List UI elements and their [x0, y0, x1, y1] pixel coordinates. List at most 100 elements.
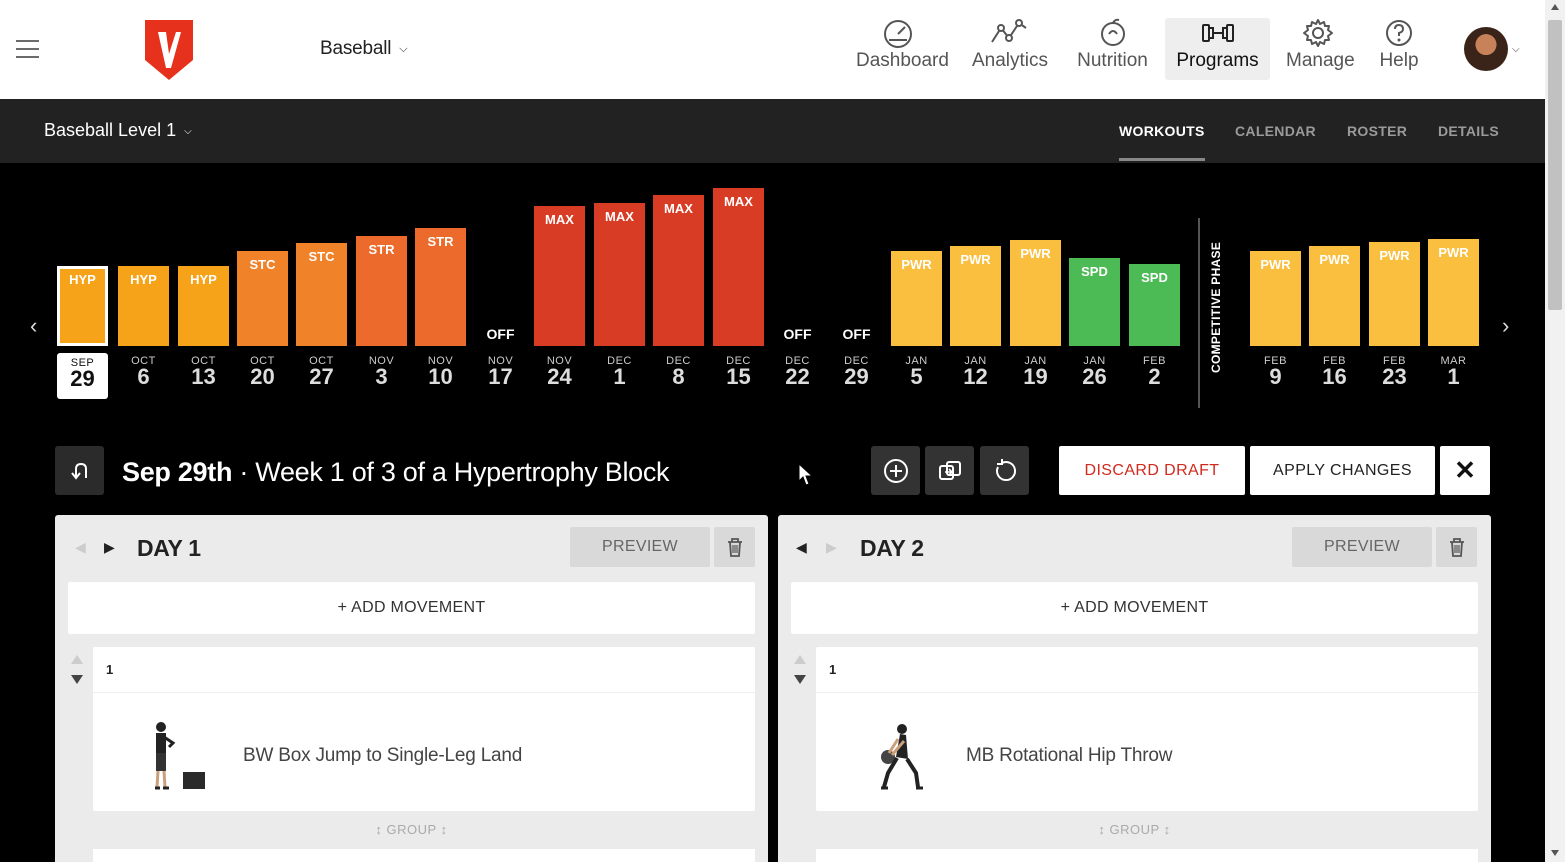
nav-nutrition[interactable]: Nutrition — [1077, 18, 1148, 80]
page-scrollbar[interactable] — [1545, 0, 1565, 862]
week-bar: OFF — [486, 326, 515, 342]
dumbbell-icon — [1201, 24, 1234, 42]
tab-calendar[interactable]: CALENDAR — [1235, 123, 1316, 139]
move-up-icon — [794, 655, 806, 664]
nav-manage-label: Manage — [1286, 50, 1355, 71]
add-day-button[interactable] — [871, 446, 920, 495]
week-bar: MAX — [653, 195, 704, 346]
week-day: 16 — [1322, 364, 1347, 389]
movement-card[interactable]: 1 BW Box Jump to Single-Leg Land — [93, 647, 755, 811]
timeline-week[interactable]: PWR FEB 16 — [1309, 163, 1360, 403]
timeline-week[interactable]: STR NOV 10 — [415, 163, 466, 403]
timeline-week[interactable]: PWR JAN 12 — [950, 163, 1001, 403]
scroll-up-icon[interactable] — [1551, 4, 1559, 10]
timeline-week[interactable]: HYP SEP 29 — [57, 163, 108, 403]
add-movement-button[interactable]: + ADD MOVEMENT — [68, 582, 755, 634]
timeline-next-icon[interactable]: › — [1502, 313, 1509, 339]
week-day: 13 — [191, 364, 216, 389]
volt-logo-icon[interactable] — [145, 20, 193, 80]
week-date: OCT 6 — [118, 355, 169, 388]
nav-dashboard[interactable]: Dashboard — [856, 18, 949, 80]
scrollbar-thumb[interactable] — [1548, 20, 1562, 310]
user-avatar[interactable] — [1464, 27, 1508, 71]
timeline-week[interactable]: MAX DEC 8 — [653, 163, 704, 403]
week-day: 9 — [1269, 364, 1282, 389]
week-bar: MAX — [594, 203, 645, 346]
timeline-week[interactable]: HYP OCT 6 — [118, 163, 169, 403]
timeline-week[interactable]: PWR FEB 9 — [1250, 163, 1301, 403]
scroll-down-icon[interactable] — [1551, 850, 1559, 856]
group-button[interactable]: ↕ GROUP ↕ — [778, 822, 1491, 837]
timeline-week[interactable]: SPD JAN 26 — [1069, 163, 1120, 403]
week-date: JAN 12 — [950, 355, 1001, 388]
close-icon[interactable]: ✕ — [1440, 446, 1490, 495]
tab-details[interactable]: DETAILS — [1438, 123, 1499, 139]
day-prev-icon[interactable]: ◀ — [796, 539, 807, 556]
add-movement-button[interactable]: + ADD MOVEMENT — [791, 582, 1478, 634]
timeline-week[interactable]: STC OCT 20 — [237, 163, 288, 403]
back-button[interactable] — [55, 446, 104, 495]
timeline-week[interactable]: STR NOV 3 — [356, 163, 407, 403]
sport-label: Baseball — [320, 38, 392, 59]
app-page: { "colors": { "hyp": "#f6a31a", "stc": "… — [0, 0, 1565, 862]
week-day: 19 — [1023, 364, 1048, 389]
timeline-week[interactable]: PWR JAN 19 — [1010, 163, 1061, 403]
sport-selector[interactable]: Baseball ⌵ — [320, 38, 408, 60]
hamburger-menu-icon[interactable] — [16, 40, 39, 58]
week-day: 26 — [1082, 364, 1107, 389]
week-date: OCT 20 — [237, 355, 288, 388]
timeline-week[interactable]: MAX NOV 24 — [534, 163, 585, 403]
chevron-down-icon[interactable]: ⌵ — [1512, 44, 1520, 55]
phase-divider — [1198, 218, 1200, 408]
tab-roster[interactable]: ROSTER — [1347, 123, 1407, 139]
day-title: DAY 2 — [860, 535, 924, 561]
copy-icon — [938, 460, 961, 480]
week-date: JAN 5 — [891, 355, 942, 388]
group-icon: ↕ — [1098, 822, 1106, 837]
week-description: Week 1 of 3 of a Hypertrophy Block — [255, 457, 670, 487]
nav-manage[interactable]: Manage — [1286, 18, 1355, 80]
week-date: FEB 23 — [1369, 355, 1420, 389]
timeline-week[interactable]: PWR FEB 23 — [1369, 163, 1420, 403]
movement-card[interactable]: 1 MB Rotational Hip Throw — [816, 647, 1478, 811]
timeline-week[interactable]: MAX DEC 15 — [713, 163, 764, 403]
week-bar: SPD — [1129, 264, 1180, 346]
preview-button[interactable]: PREVIEW — [1292, 527, 1432, 567]
week-bar: HYP — [118, 266, 169, 346]
week-date: DEC 1 — [594, 355, 645, 388]
timeline-prev-icon[interactable]: ‹ — [30, 313, 37, 339]
nav-analytics[interactable]: Analytics — [972, 18, 1048, 80]
delete-day-button[interactable] — [714, 527, 755, 567]
nav-programs[interactable]: Programs — [1165, 18, 1270, 80]
nav-help[interactable]: Help — [1378, 18, 1420, 80]
card-divider — [816, 692, 1478, 693]
week-bar: OFF — [842, 326, 871, 342]
move-down-icon[interactable] — [71, 675, 83, 684]
timeline-week[interactable]: HYP OCT 13 — [178, 163, 229, 403]
program-selector[interactable]: Baseball Level 1 ⌵ — [44, 120, 192, 141]
timeline-week[interactable]: SPD FEB 2 — [1129, 163, 1180, 403]
apply-changes-button[interactable]: APPLY CHANGES — [1250, 446, 1435, 495]
group-icon: ↕ — [1163, 822, 1171, 837]
week-separator: · — [239, 457, 249, 487]
delete-day-button[interactable] — [1436, 527, 1477, 567]
discard-draft-button[interactable]: DISCARD DRAFT — [1059, 446, 1245, 495]
speedometer-icon — [884, 20, 912, 48]
move-down-icon[interactable] — [794, 675, 806, 684]
preview-button[interactable]: PREVIEW — [570, 527, 710, 567]
reset-week-button[interactable] — [980, 446, 1029, 495]
timeline-week[interactable]: PWR JAN 5 — [891, 163, 942, 403]
timeline-week[interactable]: OFF DEC 22 — [772, 163, 823, 403]
week-bar: MAX — [534, 206, 585, 346]
day-next-icon[interactable]: ▶ — [104, 539, 115, 556]
timeline-week[interactable]: OFF NOV 17 — [475, 163, 526, 403]
week-day: 23 — [1382, 364, 1407, 389]
timeline-week[interactable]: PWR MAR 1 — [1428, 163, 1479, 403]
tab-workouts[interactable]: WORKOUTS — [1119, 123, 1205, 161]
group-button[interactable]: ↕ GROUP ↕ — [55, 822, 768, 837]
timeline-week[interactable]: STC OCT 27 — [296, 163, 347, 403]
timeline-week[interactable]: OFF DEC 29 — [831, 163, 882, 403]
timeline-week[interactable]: MAX DEC 1 — [594, 163, 645, 403]
week-date: FEB 16 — [1309, 355, 1360, 389]
copy-week-button[interactable] — [925, 446, 974, 495]
